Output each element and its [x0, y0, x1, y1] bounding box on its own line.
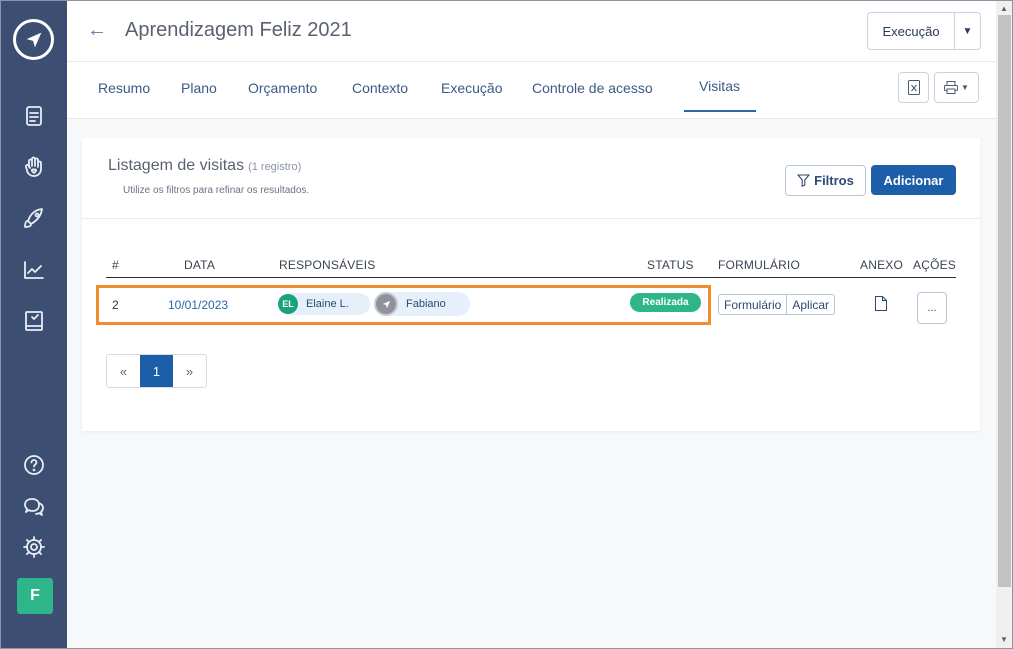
- export-excel-button[interactable]: [898, 72, 929, 103]
- col-header-formulario: FORMULÁRIO: [718, 258, 801, 272]
- actions-menu-button[interactable]: ...: [917, 292, 947, 324]
- logo-icon[interactable]: [13, 19, 54, 60]
- attachment-file-icon[interactable]: [875, 296, 887, 316]
- tab-controle-de-acesso[interactable]: Controle de acesso: [532, 80, 653, 96]
- print-dropdown-button[interactable]: ▼: [934, 72, 979, 103]
- book-icon[interactable]: [19, 306, 49, 336]
- col-header-status[interactable]: STATUS: [647, 258, 694, 272]
- chevron-down-icon[interactable]: ▼: [955, 13, 980, 49]
- col-header-number: #: [112, 258, 119, 272]
- execution-button-label[interactable]: Execução: [868, 13, 955, 49]
- pagination-page-current[interactable]: 1: [140, 355, 173, 387]
- header-divider: [106, 277, 956, 278]
- col-header-responsaveis[interactable]: RESPONSÁVEIS: [279, 258, 375, 272]
- filters-button[interactable]: Filtros: [785, 165, 866, 196]
- filter-icon: [797, 174, 811, 187]
- page-title: Aprendizagem Feliz 2021: [125, 19, 352, 41]
- col-header-anexo: ANEXO: [860, 258, 904, 272]
- tab-bar: Resumo Plano Orçamento Contexto Execução…: [67, 61, 996, 119]
- tab-resumo[interactable]: Resumo: [98, 80, 150, 96]
- active-tab-indicator: [684, 110, 756, 112]
- form-button-group: Formulário Aplicar: [718, 294, 836, 315]
- col-header-data[interactable]: DATA: [184, 258, 215, 272]
- card-title: Listagem de visitas (1 registro): [108, 157, 301, 175]
- rocket-icon[interactable]: [19, 203, 49, 233]
- gear-icon[interactable]: [19, 532, 49, 562]
- card-title-text: Listagem de visitas: [108, 157, 245, 174]
- tab-orcamento[interactable]: Orçamento: [248, 80, 317, 96]
- apply-button[interactable]: Aplicar: [786, 295, 834, 314]
- add-button[interactable]: Adicionar: [871, 165, 956, 195]
- tab-contexto[interactable]: Contexto: [352, 80, 408, 96]
- tab-execucao[interactable]: Execução: [441, 80, 502, 96]
- pagination: « 1 »: [106, 354, 207, 388]
- form-button[interactable]: Formulário: [719, 295, 786, 314]
- scroll-thumb[interactable]: [998, 15, 1011, 587]
- back-arrow-icon[interactable]: ←: [87, 19, 107, 42]
- hand-heart-icon[interactable]: [19, 152, 49, 182]
- document-icon[interactable]: [19, 101, 49, 131]
- pagination-prev[interactable]: «: [107, 355, 140, 387]
- row-highlight: [96, 285, 711, 325]
- filters-label: Filtros: [814, 173, 854, 188]
- card-subtitle: Utilize os filtros para refinar os resul…: [123, 185, 310, 196]
- chevron-down-icon: ▼: [961, 83, 969, 92]
- record-count: (1 registro): [248, 161, 302, 173]
- app-window: F ← Aprendizagem Feliz 2021 Execução ▼ R…: [0, 0, 1013, 649]
- tab-plano[interactable]: Plano: [181, 80, 217, 96]
- scroll-up-arrow-icon[interactable]: ▲: [1000, 4, 1008, 13]
- pagination-next[interactable]: »: [173, 355, 206, 387]
- divider: [82, 218, 980, 219]
- user-avatar[interactable]: F: [17, 578, 53, 614]
- tab-visitas[interactable]: Visitas: [699, 78, 740, 94]
- excel-file-icon: [907, 80, 920, 95]
- vertical-scrollbar[interactable]: ▲ ▼: [996, 1, 1012, 648]
- header: ← Aprendizagem Feliz 2021 Execução ▼: [67, 1, 996, 61]
- scroll-down-arrow-icon[interactable]: ▼: [1000, 635, 1008, 644]
- sidebar: F: [1, 1, 67, 648]
- help-icon[interactable]: [19, 450, 49, 480]
- printer-icon: [944, 81, 959, 94]
- chart-icon[interactable]: [19, 255, 49, 285]
- execution-dropdown-button[interactable]: Execução ▼: [867, 12, 981, 50]
- chat-icon[interactable]: [19, 491, 49, 521]
- col-header-acoes: AÇÕES: [913, 258, 957, 272]
